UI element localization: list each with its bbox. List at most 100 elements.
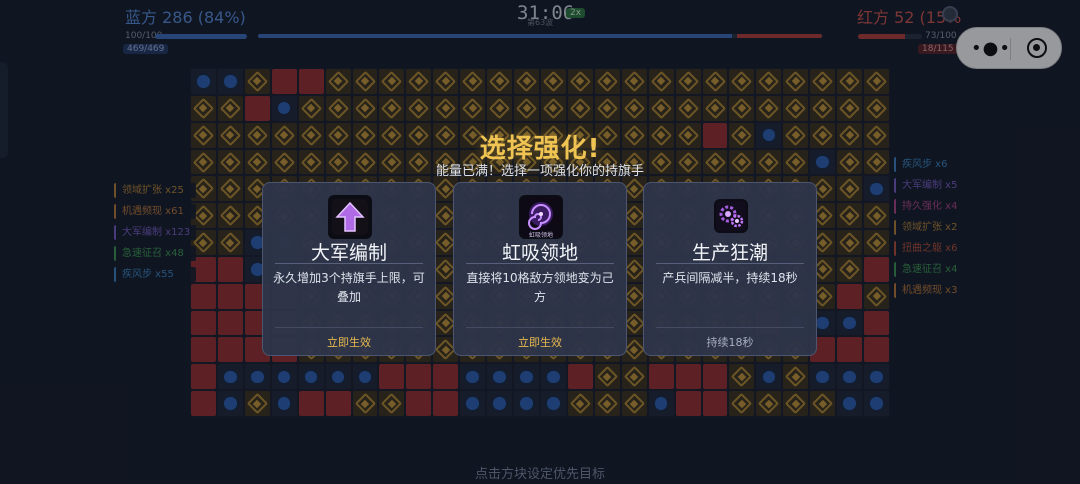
neutral-tile[interactable] bbox=[217, 203, 243, 229]
neutral-tile[interactable] bbox=[837, 256, 863, 282]
blue-tile[interactable] bbox=[837, 310, 863, 336]
red-tile[interactable] bbox=[191, 391, 216, 416]
upgrade-card-production[interactable]: 生产狂潮 产兵间隔减半，持续18秒 持续18秒 bbox=[643, 182, 817, 356]
neutral-tile[interactable] bbox=[648, 69, 674, 94]
neutral-tile[interactable] bbox=[487, 69, 513, 94]
red-tile[interactable] bbox=[191, 337, 216, 363]
neutral-tile[interactable] bbox=[729, 69, 755, 94]
neutral-tile[interactable] bbox=[379, 391, 405, 416]
neutral-tile[interactable] bbox=[864, 283, 889, 309]
red-tile[interactable] bbox=[191, 310, 216, 336]
blue-tile[interactable] bbox=[864, 176, 889, 202]
neutral-tile[interactable] bbox=[567, 391, 593, 416]
blue-tile[interactable] bbox=[648, 391, 674, 416]
neutral-tile[interactable] bbox=[810, 391, 836, 416]
close-icon[interactable] bbox=[1027, 38, 1047, 58]
blue-tile[interactable] bbox=[325, 364, 351, 390]
red-tile[interactable] bbox=[567, 364, 593, 390]
neutral-tile[interactable] bbox=[837, 95, 863, 121]
red-tile[interactable] bbox=[864, 337, 889, 363]
neutral-tile[interactable] bbox=[621, 391, 647, 416]
red-tile[interactable] bbox=[271, 69, 297, 94]
neutral-tile[interactable] bbox=[837, 176, 863, 202]
neutral-tile[interactable] bbox=[217, 95, 243, 121]
blue-tile[interactable] bbox=[460, 391, 486, 416]
neutral-tile[interactable] bbox=[729, 391, 755, 416]
neutral-tile[interactable] bbox=[352, 69, 378, 94]
blue-tile[interactable] bbox=[217, 364, 243, 390]
red-tile[interactable] bbox=[217, 310, 243, 336]
neutral-tile[interactable] bbox=[648, 95, 674, 121]
neutral-tile[interactable] bbox=[675, 69, 701, 94]
neutral-tile[interactable] bbox=[406, 95, 432, 121]
more-icon[interactable]: •●• bbox=[971, 38, 1011, 59]
neutral-tile[interactable] bbox=[729, 95, 755, 121]
neutral-tile[interactable] bbox=[702, 69, 728, 94]
neutral-tile[interactable] bbox=[783, 364, 809, 390]
neutral-tile[interactable] bbox=[783, 95, 809, 121]
neutral-tile[interactable] bbox=[567, 95, 593, 121]
neutral-tile[interactable] bbox=[217, 230, 243, 255]
blue-tile[interactable] bbox=[244, 364, 270, 390]
red-tile[interactable] bbox=[406, 364, 432, 390]
neutral-tile[interactable] bbox=[810, 95, 836, 121]
upgrade-card-siphon[interactable]: 虹吸领地 虹吸领地 直接将10格敌方领地变为己方 立即生效 bbox=[453, 182, 627, 356]
blue-tile[interactable] bbox=[191, 69, 216, 94]
red-tile[interactable] bbox=[864, 310, 889, 336]
neutral-tile[interactable] bbox=[352, 391, 378, 416]
neutral-tile[interactable] bbox=[244, 391, 270, 416]
neutral-tile[interactable] bbox=[864, 230, 889, 255]
red-tile[interactable] bbox=[702, 364, 728, 390]
neutral-tile[interactable] bbox=[621, 364, 647, 390]
neutral-tile[interactable] bbox=[594, 364, 620, 390]
neutral-tile[interactable] bbox=[217, 176, 243, 202]
neutral-tile[interactable] bbox=[325, 95, 351, 121]
blue-tile[interactable] bbox=[271, 391, 297, 416]
neutral-tile[interactable] bbox=[864, 69, 889, 94]
neutral-tile[interactable] bbox=[729, 364, 755, 390]
blue-tile[interactable] bbox=[514, 364, 539, 390]
neutral-tile[interactable] bbox=[837, 69, 863, 94]
blue-tile[interactable] bbox=[271, 364, 297, 390]
blue-tile[interactable] bbox=[540, 391, 566, 416]
neutral-tile[interactable] bbox=[433, 95, 459, 121]
neutral-tile[interactable] bbox=[379, 69, 405, 94]
neutral-tile[interactable] bbox=[433, 69, 459, 94]
neutral-tile[interactable] bbox=[756, 391, 782, 416]
neutral-tile[interactable] bbox=[864, 203, 889, 229]
red-tile[interactable] bbox=[837, 337, 863, 363]
blue-tile[interactable] bbox=[217, 391, 243, 416]
blue-tile[interactable] bbox=[487, 391, 513, 416]
speed-badge[interactable]: 2x bbox=[566, 8, 586, 18]
blue-tile[interactable] bbox=[540, 364, 566, 390]
blue-tile[interactable] bbox=[217, 69, 243, 94]
neutral-tile[interactable] bbox=[406, 69, 432, 94]
red-tile[interactable] bbox=[379, 364, 405, 390]
neutral-tile[interactable] bbox=[594, 391, 620, 416]
upgrade-card-army[interactable]: 大军编制 永久增加3个持旗手上限，可叠加 立即生效 bbox=[262, 182, 436, 356]
neutral-tile[interactable] bbox=[864, 95, 889, 121]
neutral-tile[interactable] bbox=[460, 95, 486, 121]
neutral-tile[interactable] bbox=[783, 69, 809, 94]
neutral-tile[interactable] bbox=[298, 95, 324, 121]
neutral-tile[interactable] bbox=[621, 69, 647, 94]
blue-tile[interactable] bbox=[756, 364, 782, 390]
blue-tile[interactable] bbox=[810, 364, 836, 390]
neutral-tile[interactable] bbox=[567, 69, 593, 94]
red-tile[interactable] bbox=[191, 283, 216, 309]
neutral-tile[interactable] bbox=[837, 203, 863, 229]
neutral-tile[interactable] bbox=[540, 69, 566, 94]
red-tile[interactable] bbox=[325, 391, 351, 416]
red-tile[interactable] bbox=[433, 391, 459, 416]
blue-tile[interactable] bbox=[460, 364, 486, 390]
neutral-tile[interactable] bbox=[702, 95, 728, 121]
neutral-tile[interactable] bbox=[514, 95, 539, 121]
neutral-tile[interactable] bbox=[379, 95, 405, 121]
neutral-tile[interactable] bbox=[837, 230, 863, 255]
red-tile[interactable] bbox=[433, 364, 459, 390]
neutral-tile[interactable] bbox=[783, 391, 809, 416]
red-tile[interactable] bbox=[244, 95, 270, 121]
neutral-tile[interactable] bbox=[487, 95, 513, 121]
red-tile[interactable] bbox=[217, 283, 243, 309]
blue-tile[interactable] bbox=[487, 364, 513, 390]
